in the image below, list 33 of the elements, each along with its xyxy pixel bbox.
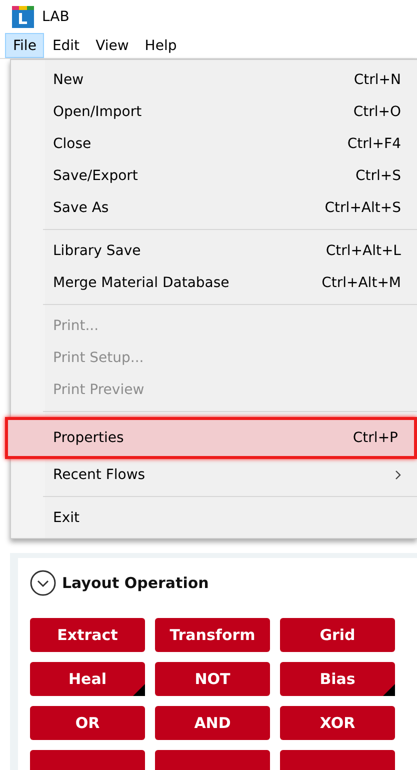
operation-button[interactable]: Bias — [280, 662, 395, 696]
app-logo-icon — [12, 6, 34, 28]
menu-bar-item[interactable]: Edit — [44, 33, 88, 58]
menu-item[interactable]: Properties Ctrl+P — [5, 417, 417, 459]
operation-button[interactable]: OR — [30, 706, 145, 740]
menu-item[interactable]: New Ctrl+N — [11, 64, 417, 96]
operation-button[interactable]: NOT — [155, 662, 270, 696]
window-title: LAB — [42, 8, 70, 25]
section-title: Layout Operation — [62, 574, 209, 592]
operation-button[interactable]: Heal — [30, 662, 145, 696]
menu-bar-item[interactable]: File — [5, 33, 44, 58]
operation-button[interactable]: Transform — [155, 618, 270, 652]
chevron-right-icon — [395, 470, 401, 480]
menu-item[interactable]: Open/Import Ctrl+O — [11, 96, 417, 128]
menu-item[interactable]: Save/Export Ctrl+S — [11, 160, 417, 192]
menu-item[interactable]: Exit — [11, 502, 417, 534]
operation-button[interactable]: Grid — [280, 618, 395, 652]
menu-item[interactable]: Merge Material Database Ctrl+Alt+M — [11, 267, 417, 299]
operation-button[interactable]: XOR — [280, 706, 395, 740]
operation-button[interactable]: AND — [155, 706, 270, 740]
operation-button[interactable] — [280, 750, 395, 770]
menu-bar-item[interactable]: View — [88, 33, 137, 58]
menu-item[interactable]: Save As Ctrl+Alt+S — [11, 192, 417, 224]
menu-bar-item[interactable]: Help — [136, 33, 185, 58]
chevron-down-circle-icon[interactable] — [30, 570, 56, 596]
menu-item[interactable]: Library Save Ctrl+Alt+L — [11, 235, 417, 267]
operation-button[interactable]: Extract — [30, 618, 145, 652]
menu-item[interactable]: Close Ctrl+F4 — [11, 128, 417, 160]
operation-button[interactable] — [155, 750, 270, 770]
menu-item[interactable]: Recent Flows — [11, 459, 417, 491]
operation-button[interactable] — [30, 750, 145, 770]
corner-triangle-icon — [133, 684, 145, 696]
corner-triangle-icon — [383, 684, 395, 696]
